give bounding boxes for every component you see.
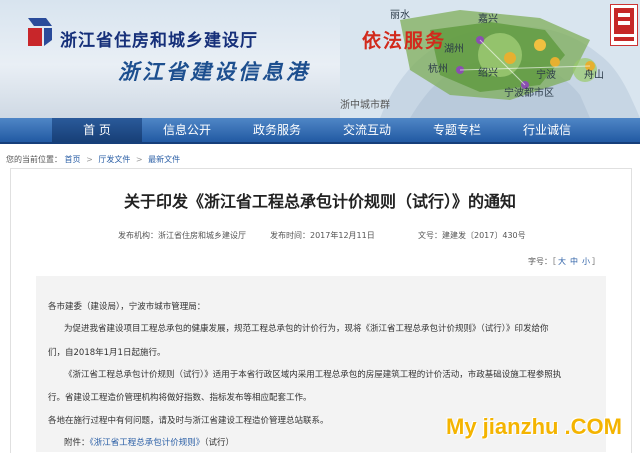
font-size-switcher: 字号：［ 大中小 ］ <box>528 256 600 267</box>
map-label: 杭州 <box>428 64 448 75</box>
font-size-large-link[interactable]: 大 <box>558 257 566 266</box>
breadcrumb-latest-link[interactable]: 最新文件 <box>148 155 180 164</box>
article-title: 关于印发《浙江省工程总承包计价规则（试行）》的通知 <box>123 192 516 211</box>
body-paragraph: 各地在施行过程中有何问题，请及时与浙江省建设工程造价管理总站联系。 <box>48 416 329 426</box>
publisher-label: 发布机构： <box>118 231 158 240</box>
attachment-label: 附件： <box>64 438 90 448</box>
site-banner: 浙江省住房和城乡建设厅 浙江省建设信息港 依法服务 丽水 嘉兴 湖州 杭州 绍兴… <box>0 0 640 118</box>
map-label: 宁波 <box>536 70 556 81</box>
body-paragraph: 们，自2018年1月1日起施行。 <box>48 348 166 358</box>
nav-item-info-disclosure[interactable]: 信息公开 <box>142 118 232 142</box>
map-label: 湖州 <box>444 44 464 55</box>
nav-item-gov-services[interactable]: 政务服务 <box>232 118 322 142</box>
font-size-prefix: 字号：［ <box>528 257 556 266</box>
department-name: 浙江省住房和城乡建设厅 <box>60 31 258 51</box>
docno-value: 建建发〔2017〕430号 <box>442 231 526 240</box>
docno-meta: 文号：建建发〔2017〕430号 <box>418 230 526 241</box>
map-label: 浙中城市群 <box>340 100 390 111</box>
publisher-value: 浙江省住房和城乡建设厅 <box>158 231 246 240</box>
nav-item-interaction[interactable]: 交流互动 <box>322 118 412 142</box>
breadcrumb-docs-link[interactable]: 厅发文件 <box>98 155 130 164</box>
portal-name: 浙江省建设信息港 <box>118 59 310 84</box>
breadcrumb-home-link[interactable]: 首页 <box>65 155 81 164</box>
map-label: 丽水 <box>390 10 410 21</box>
date-value: 2017年12月11日 <box>310 231 375 240</box>
slogan: 依法服务 <box>362 30 447 52</box>
china-seal-logo <box>610 4 638 46</box>
breadcrumb-prefix: 您的当前位置： <box>6 155 62 164</box>
date-label: 发布时间： <box>270 231 310 240</box>
breadcrumb-separator: > <box>135 155 143 164</box>
site-watermark: My jianzhu .COM <box>446 414 622 439</box>
attachment-suffix: （试行） <box>204 438 235 448</box>
body-paragraph: 为促进我省建设项目工程总承包的健康发展，规范工程总承包的计价行为，现将《浙江省工… <box>64 324 549 334</box>
nav-item-special-topics[interactable]: 专题专栏 <box>412 118 502 142</box>
font-size-suffix: ］ <box>592 257 600 266</box>
breadcrumb: 您的当前位置： 首页 > 厅发文件 > 最新文件 <box>6 154 180 165</box>
main-nav: 首 页 信息公开 政务服务 交流互动 专题专栏 行业诚信 <box>0 118 640 144</box>
map-label: 嘉兴 <box>478 14 498 25</box>
publisher-meta: 发布机构：浙江省住房和城乡建设厅 <box>118 230 246 241</box>
date-meta: 发布时间：2017年12月11日 <box>270 230 375 241</box>
attachment-link[interactable]: 《浙江省工程总承包计价规则》 <box>90 438 205 448</box>
body-paragraph: 行。省建设工程造价管理机构将做好指数、指标发布等相应配套工作。 <box>48 393 312 403</box>
nav-item-home[interactable]: 首 页 <box>52 118 142 142</box>
font-size-small-link[interactable]: 小 <box>582 257 590 266</box>
breadcrumb-separator: > <box>86 155 93 164</box>
body-paragraph: 《浙江省工程总承包计价规则（试行）》适用于本省行政区域内采用工程总承包的房屋建筑… <box>64 370 562 380</box>
map-label: 舟山 <box>584 70 604 81</box>
map-label: 宁波都市区 <box>504 88 554 99</box>
department-logo-icon <box>28 18 52 46</box>
attachment-line: 附件：《浙江省工程总承包计价规则》（试行） <box>64 436 234 448</box>
nav-item-industry-integrity[interactable]: 行业诚信 <box>502 118 592 142</box>
font-size-medium-link[interactable]: 中 <box>570 257 578 266</box>
docno-label: 文号： <box>418 231 442 240</box>
map-label: 绍兴 <box>478 68 498 79</box>
salutation: 各市建委（建设局），宁波市城市管理局： <box>48 302 206 312</box>
